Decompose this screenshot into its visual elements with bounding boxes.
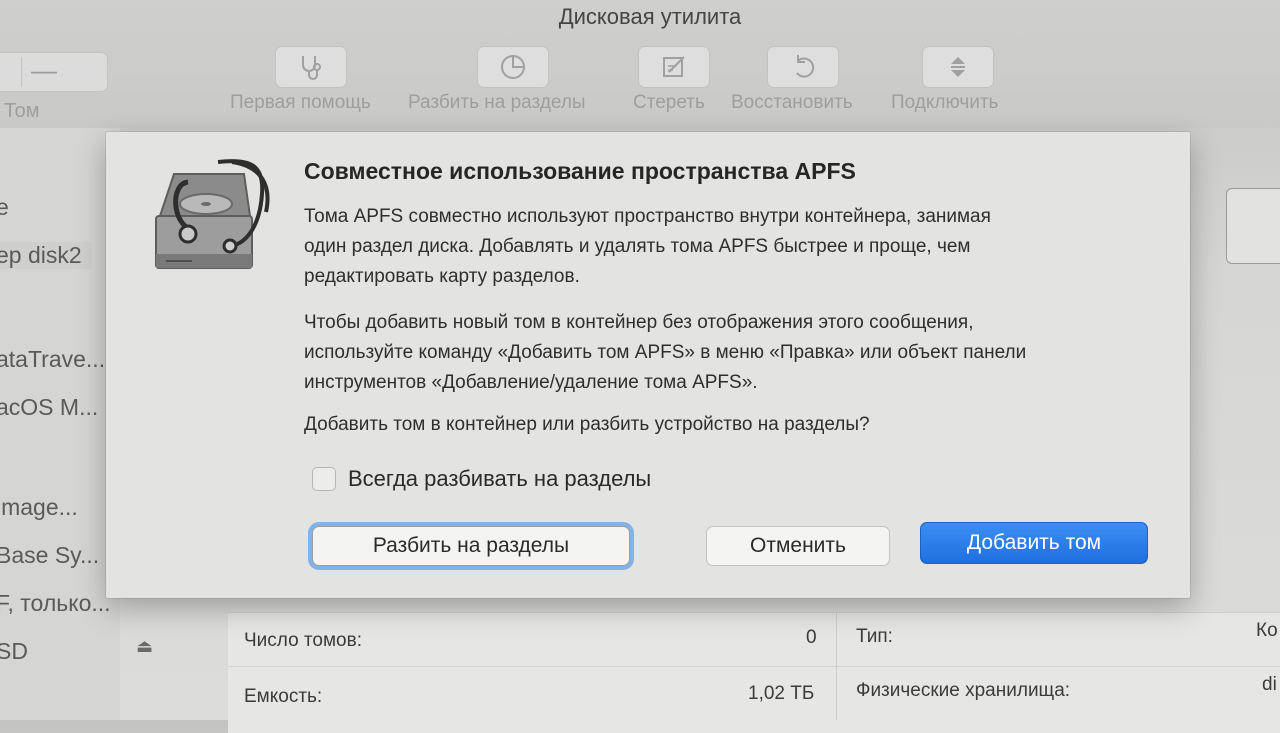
sidebar-item[interactable]: acOS M... xyxy=(0,394,98,421)
partition-label: Разбить на разделы xyxy=(408,92,586,113)
always-partition-checkbox[interactable] xyxy=(312,467,336,491)
cancel-button[interactable]: Отменить xyxy=(706,526,890,566)
sidebar: e ep disk2 ataTrave... acOS M... image..… xyxy=(0,128,120,720)
paragraph-2-line: Чтобы добавить новый том в контейнер без… xyxy=(304,312,974,333)
sidebar-item[interactable]: ataTrave... xyxy=(0,346,105,373)
info-column-divider xyxy=(836,612,837,720)
paragraph-1-line: один раздел диска. Добавлять и удалять т… xyxy=(304,236,971,257)
info-panel xyxy=(228,612,1280,733)
sidebar-item[interactable]: F, только... xyxy=(0,590,111,617)
dialog-paragraph-1: Тома APFS совместно используют пространс… xyxy=(304,202,1134,292)
paragraph-2-line: используйте команду «Добавить том APFS» … xyxy=(304,342,1027,363)
first-aid-label: Первая помощь xyxy=(230,92,371,113)
erase-label: Стереть xyxy=(633,92,705,113)
erase-button[interactable] xyxy=(638,46,710,88)
volumes-count-value: 0 xyxy=(806,627,817,648)
volume-toolbar-label: Том xyxy=(4,100,40,122)
disk-utility-icon xyxy=(155,159,270,269)
eject-icon[interactable]: ⏏ xyxy=(136,636,153,657)
dialog-paragraph-2: Чтобы добавить новый том в контейнер без… xyxy=(304,308,1134,398)
remove-volume-icon[interactable]: — xyxy=(31,55,57,86)
volumes-count-label: Число томов: xyxy=(244,630,362,651)
physical-stores-value: di xyxy=(1262,674,1277,695)
pie-chart-icon xyxy=(501,55,525,79)
stethoscope-icon xyxy=(302,56,321,80)
window-title: Дисковая утилита xyxy=(558,4,742,29)
restore-icon xyxy=(796,55,815,78)
restore-button[interactable] xyxy=(767,46,839,88)
segment-divider xyxy=(21,57,22,87)
always-partition-label[interactable]: Всегда разбивать на разделы xyxy=(348,466,651,492)
restore-label: Восстановить xyxy=(731,92,853,113)
capacity-value: 1,02 ТБ xyxy=(748,683,815,704)
type-label: Тип: xyxy=(856,626,893,647)
mount-button[interactable] xyxy=(922,46,994,88)
apfs-space-sharing-dialog: Совместное использование пространства AP… xyxy=(106,132,1190,598)
disk-usage-box xyxy=(1226,188,1280,264)
erase-icon xyxy=(663,56,685,77)
first-aid-button[interactable] xyxy=(275,46,347,88)
add-volume-button[interactable]: Добавить том xyxy=(920,522,1148,564)
sidebar-item[interactable]: e xyxy=(0,194,9,221)
add-remove-volume-control[interactable]: — xyxy=(0,52,108,92)
paragraph-2-line: инструментов «Добавление/удаление тома A… xyxy=(304,372,758,393)
paragraph-1-line: Тома APFS совместно используют пространс… xyxy=(304,206,991,227)
mount-label: Подключить xyxy=(891,92,999,113)
sidebar-item[interactable]: Base Sy... xyxy=(0,542,99,569)
partition-button-dialog[interactable]: Разбить на разделы xyxy=(312,526,630,566)
type-value: Ко xyxy=(1256,620,1278,641)
always-partition-option[interactable]: Всегда разбивать на разделы xyxy=(312,466,651,492)
paragraph-1-line: редактировать карту разделов. xyxy=(304,266,580,287)
sidebar-item-disk2[interactable]: ep disk2 xyxy=(0,242,92,269)
window-toolbar: Дисковая утилита — Том Первая помощь Раз… xyxy=(0,0,1280,128)
info-row-divider xyxy=(228,666,1280,667)
capacity-label: Емкость: xyxy=(244,686,323,707)
sidebar-item[interactable]: SD xyxy=(0,638,28,665)
dialog-title: Совместное использование пространства AP… xyxy=(304,158,856,184)
physical-stores-label: Физические хранилища: xyxy=(856,680,1071,701)
sidebar-item[interactable]: image... xyxy=(0,494,78,521)
partition-button[interactable] xyxy=(477,46,549,88)
mount-icon xyxy=(951,57,965,77)
dialog-question: Добавить том в контейнер или разбить уст… xyxy=(304,414,870,435)
